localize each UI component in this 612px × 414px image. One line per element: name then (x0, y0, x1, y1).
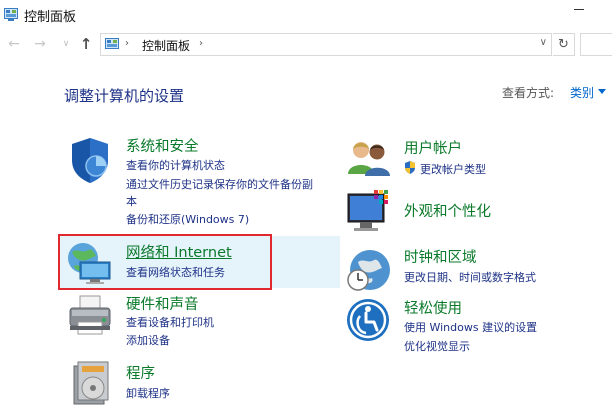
breadcrumb-separator[interactable]: › (199, 38, 203, 49)
up-button[interactable]: ↑ (78, 36, 94, 52)
category-title[interactable]: 轻松使用 (404, 297, 462, 318)
forward-button[interactable]: → (32, 36, 48, 52)
page-title: 调整计算机的设置 (64, 87, 185, 105)
programs-icon (73, 361, 109, 405)
category-title[interactable]: 时钟和区域 (404, 246, 477, 267)
link-change-account-type[interactable]: 更改帐户类型 (420, 161, 486, 177)
link-file-history-continued[interactable]: 本 (126, 193, 137, 209)
window-title: 控制面板 (24, 10, 77, 25)
link-backup-restore[interactable]: 备份和还原(Windows 7) (126, 211, 249, 227)
recent-locations-button[interactable]: ∨ (58, 36, 74, 52)
address-dropdown-button[interactable]: ∨ (540, 37, 547, 48)
link-optimize-visual-display[interactable]: 优化视觉显示 (404, 338, 470, 354)
link-view-computer-status[interactable]: 查看你的计算机状态 (126, 157, 225, 173)
link-devices-printers[interactable]: 查看设备和打印机 (126, 314, 214, 330)
title-bar: 控制面板 (0, 0, 612, 30)
minimize-button[interactable] (572, 2, 586, 16)
shield-icon (72, 138, 108, 183)
category-title[interactable]: 用户帐户 (404, 137, 462, 158)
users-icon (348, 142, 390, 176)
link-uninstall-program[interactable]: 卸载程序 (126, 385, 170, 401)
category-title[interactable]: 程序 (126, 362, 155, 383)
link-file-history[interactable]: 通过文件历史记录保存你的文件备份副 (126, 176, 313, 192)
control-panel-icon (105, 38, 119, 49)
breadcrumb-control-panel[interactable]: 控制面板 (142, 37, 190, 54)
appearance-icon (347, 190, 388, 231)
refresh-button[interactable]: ↻ (553, 33, 575, 56)
clock-globe-icon (347, 250, 390, 291)
chevron-down-icon[interactable] (598, 89, 606, 94)
ease-of-access-icon (347, 299, 389, 341)
link-windows-suggested-settings[interactable]: 使用 Windows 建议的设置 (404, 319, 537, 335)
printer-icon (69, 295, 111, 335)
breadcrumb-separator[interactable]: › (125, 38, 129, 49)
address-bar[interactable]: › 控制面板 › ∨ (100, 33, 552, 56)
control-panel-icon (4, 8, 18, 21)
annotation-highlight-box (58, 234, 272, 290)
category-title[interactable]: 硬件和声音 (126, 293, 199, 314)
view-by-label: 查看方式: (502, 86, 555, 100)
category-title[interactable]: 外观和个性化 (404, 200, 491, 221)
uac-shield-icon (405, 161, 415, 174)
navigation-bar: ← → ∨ ↑ › 控制面板 › ∨ ↻ (0, 30, 612, 58)
back-button[interactable]: ← (6, 36, 22, 52)
view-by-dropdown[interactable]: 类别 (570, 84, 594, 101)
search-input[interactable] (580, 33, 612, 56)
link-change-date-time-format[interactable]: 更改日期、时间或数字格式 (404, 269, 536, 285)
link-add-device[interactable]: 添加设备 (126, 332, 170, 348)
category-title[interactable]: 系统和安全 (126, 135, 199, 156)
